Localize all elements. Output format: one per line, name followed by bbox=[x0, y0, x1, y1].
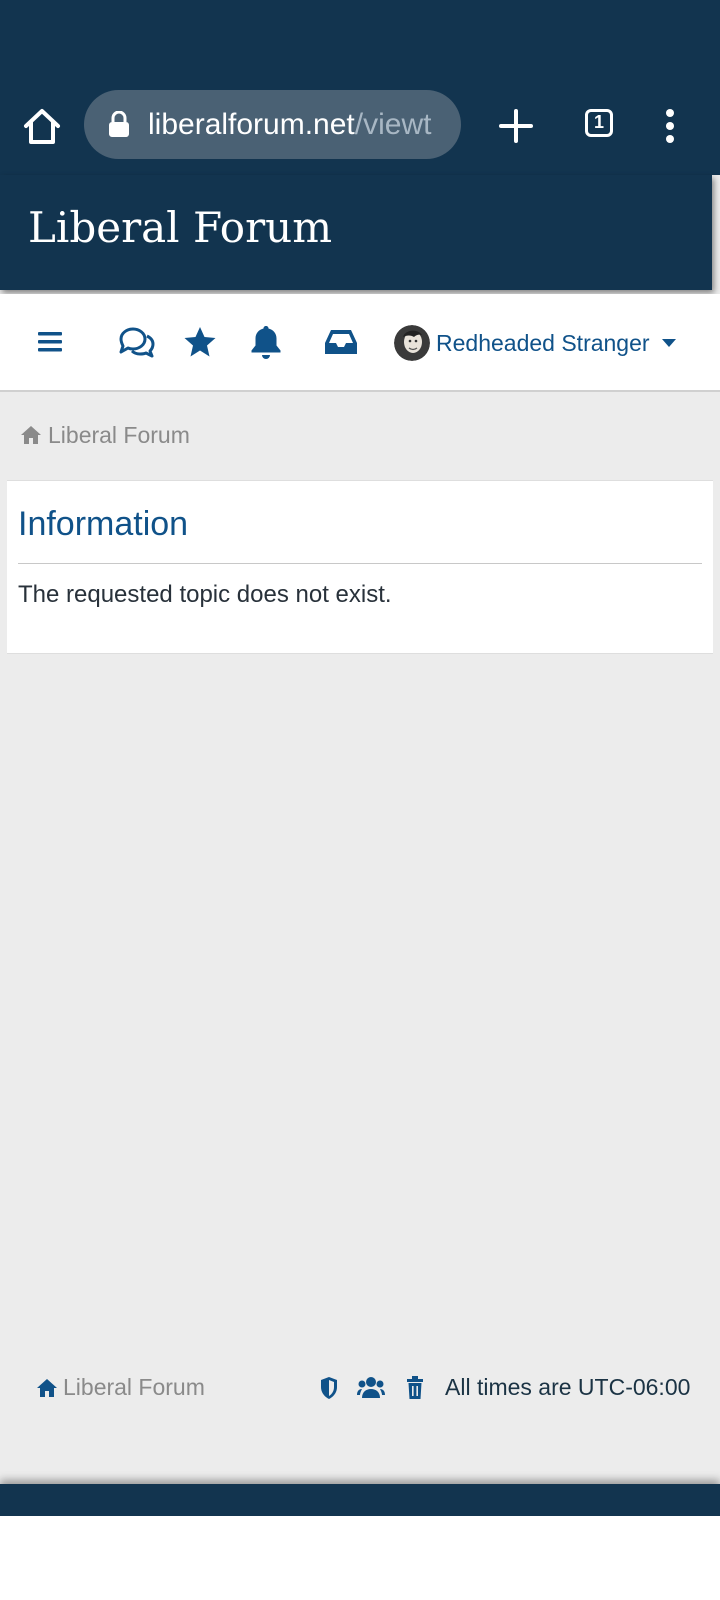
star-icon[interactable] bbox=[180, 294, 220, 390]
divider bbox=[18, 563, 702, 564]
address-bar[interactable]: liberalforum.net/viewt bbox=[84, 90, 461, 159]
panel-message: The requested topic does not exist. bbox=[18, 581, 392, 608]
lock-icon bbox=[109, 111, 129, 137]
site-title[interactable]: Liberal Forum bbox=[28, 203, 332, 252]
panel-title: Information bbox=[18, 505, 189, 543]
chevron-down-icon bbox=[661, 339, 676, 347]
footer-home-link[interactable]: Liberal Forum bbox=[36, 1374, 205, 1401]
shield-icon[interactable] bbox=[320, 1376, 338, 1400]
hamburger-menu-icon[interactable] bbox=[30, 294, 70, 390]
user-menu[interactable]: Redheaded Stranger bbox=[394, 318, 676, 368]
chat-bubbles-icon[interactable] bbox=[114, 294, 158, 390]
breadcrumb[interactable]: Liberal Forum bbox=[20, 420, 190, 450]
username: Redheaded Stranger bbox=[436, 329, 650, 356]
url-text: liberalforum.net/viewt bbox=[148, 90, 431, 159]
avatar bbox=[394, 325, 430, 361]
url-path: /viewt bbox=[354, 108, 432, 141]
timezone-text: All times are UTC-06:00 bbox=[445, 1374, 691, 1400]
information-panel: Information The requested topic does not… bbox=[7, 480, 713, 654]
url-host: liberalforum.net bbox=[148, 108, 355, 141]
bottom-blank-area bbox=[0, 1516, 720, 1600]
home-icon bbox=[21, 426, 41, 444]
browser-toolbar: liberalforum.net/viewt 1 bbox=[0, 0, 720, 175]
footer: Liberal Forum All times are UTC-06:00 bbox=[0, 1370, 720, 1412]
inbox-icon[interactable] bbox=[322, 294, 360, 390]
site-header: Liberal Forum bbox=[0, 175, 712, 290]
breadcrumb-home-label: Liberal Forum bbox=[48, 421, 190, 448]
more-vertical-icon[interactable] bbox=[660, 106, 680, 146]
nav-bar: Redheaded Stranger bbox=[0, 294, 720, 392]
users-icon[interactable] bbox=[357, 1376, 385, 1400]
home-icon bbox=[37, 1378, 57, 1397]
bell-icon[interactable] bbox=[248, 294, 284, 390]
bottom-bar bbox=[0, 1484, 720, 1516]
trash-icon[interactable] bbox=[406, 1376, 424, 1400]
plus-icon[interactable] bbox=[496, 106, 536, 146]
home-icon[interactable] bbox=[20, 104, 64, 148]
footer-home-label: Liberal Forum bbox=[63, 1374, 205, 1400]
tabs-button[interactable]: 1 bbox=[585, 109, 613, 137]
